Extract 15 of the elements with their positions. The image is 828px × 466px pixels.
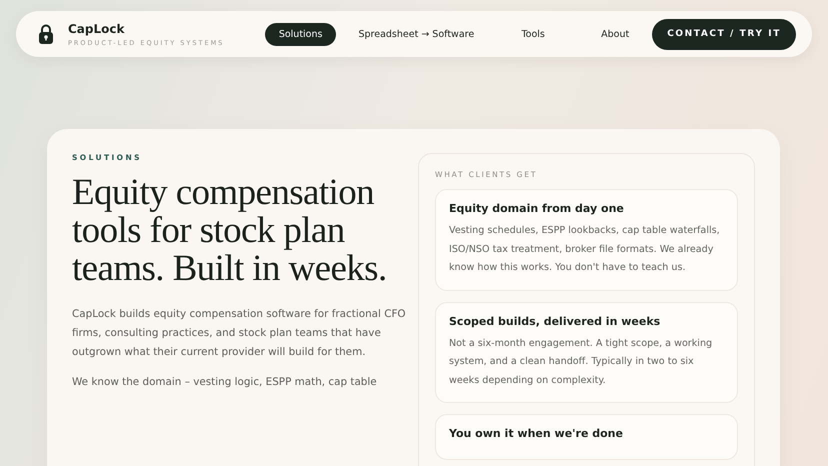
nav-link[interactable]: Solutions (264, 22, 336, 46)
brand-name: CapLock (68, 22, 126, 36)
benefit-title: You own it when we're done (449, 427, 624, 440)
hero-paragraph: We know the domain – vesting logic, ESPP math, cap table (72, 375, 378, 390)
benefit-title: Equity domain from day one (449, 202, 625, 215)
padlock-icon (38, 24, 54, 44)
hero-paragraph: CapLock builds equity compensation software for fractional CFO firms, consulting practices, and stock plan teams that have outgrown what their current provider will build for them. (72, 307, 407, 360)
benefit-title: Scoped builds, delivered in weeks (449, 314, 662, 328)
hero-heading: Equity compensation tools for stock plan teams. Built in weeks. (72, 174, 388, 288)
nav-link[interactable]: Tools (496, 22, 570, 46)
benefit-text: Not a six-month engagement. A tight scope, a working system, and a clean handoff. Typically in two to six weeks depending on complexity. (449, 336, 714, 388)
contact-button[interactable]: CONTACT / TRY IT (652, 18, 796, 50)
nav-link[interactable]: Spreadsheet → Software (344, 22, 488, 46)
benefit-text: Vesting schedules, ESPP lookbacks, cap table waterfalls, ISO/NSO tax treatment, broker file formats. We already know how this works. You don't have to teach us. (449, 224, 721, 275)
nav-link[interactable]: About (578, 22, 652, 46)
